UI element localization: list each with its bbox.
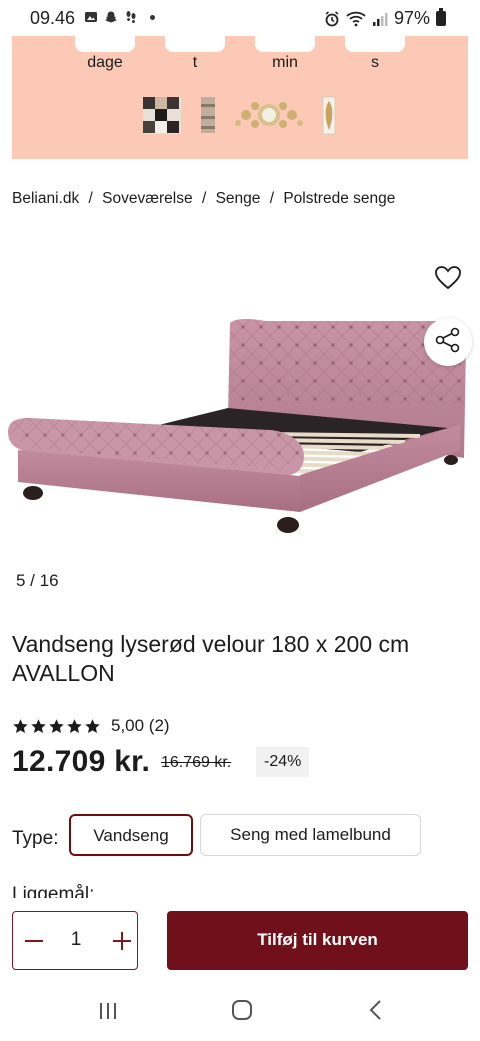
dot-icon — [150, 14, 155, 20]
breadcrumb: Beliani.dk / Soveværelse / Senge / Polst… — [12, 190, 395, 208]
share-button[interactable] — [424, 318, 472, 366]
wall-panel-thumbnail — [201, 97, 215, 133]
battery-percent: 97% — [393, 8, 430, 28]
promo-countdown-banner[interactable]: dage t min s — [12, 36, 468, 159]
countdown-days-box — [75, 36, 135, 52]
gallery-pager: 5 / 16 — [16, 571, 59, 590]
variant-option-vandseng[interactable]: Vandseng — [69, 814, 193, 856]
minus-icon[interactable] — [19, 926, 49, 956]
share-icon — [435, 327, 460, 353]
add-to-cart-button[interactable]: Tilføj til kurven — [167, 911, 468, 970]
alarm-icon — [325, 10, 339, 26]
countdown-seconds-label: s — [371, 54, 379, 71]
countdown-minutes-box — [255, 36, 315, 52]
star-icon — [85, 718, 100, 733]
checkered-tile-thumbnail — [143, 97, 181, 134]
battery-icon — [436, 8, 446, 26]
recents-icon[interactable] — [97, 1000, 119, 1022]
footsteps-icon — [126, 11, 136, 23]
countdown-hours-box — [165, 36, 225, 52]
system-icons: 97% — [324, 8, 446, 29]
current-price: 12.709 kr. — [12, 745, 151, 778]
countdown-hours-label: t — [192, 54, 198, 71]
old-price: 16.769 kr. — [161, 754, 232, 771]
type-label: Type: — [12, 828, 59, 849]
star-icon — [31, 718, 46, 733]
breadcrumb-item-upholstered-beds[interactable]: Polstrede senge — [283, 190, 395, 207]
rating-stars — [12, 718, 101, 735]
status-time: 09.46 — [30, 8, 76, 28]
quantity-value[interactable]: 1 — [57, 929, 95, 951]
signal-icon — [372, 12, 388, 26]
countdown-days-label: dage — [87, 54, 123, 71]
promo-thumbnails — [143, 96, 336, 135]
size-label: Liggemål: — [12, 884, 95, 898]
wifi-icon — [346, 11, 366, 26]
star-icon — [49, 718, 64, 733]
product-image[interactable] — [0, 300, 480, 550]
breadcrumb-item-bedroom[interactable]: Soveværelse — [102, 190, 192, 207]
image-icon — [85, 12, 97, 22]
back-icon[interactable] — [368, 999, 384, 1021]
rating[interactable]: 5,00 (2) — [12, 716, 170, 736]
star-icon — [13, 718, 28, 733]
feather-art-thumbnail — [322, 96, 336, 135]
breadcrumb-separator: / — [269, 190, 275, 207]
breadcrumb-separator: / — [88, 190, 93, 207]
system-nav-bar — [0, 985, 480, 1041]
status-bar: 09.46 97% — [0, 0, 480, 36]
quantity-stepper: 1 — [12, 911, 138, 970]
variant-option-seng-med-lamelbund[interactable]: Seng med lamelbund — [200, 814, 421, 856]
countdown-seconds-box — [345, 36, 405, 52]
snapchat-icon — [105, 11, 117, 23]
home-icon[interactable] — [231, 999, 253, 1021]
star-icon — [67, 718, 82, 733]
breadcrumb-item-home[interactable]: Beliani.dk — [12, 190, 79, 207]
rating-text: 5,00 (2) — [111, 716, 170, 735]
product-title: Vandseng lyserød velour 180 x 200 cm AVA… — [12, 631, 410, 686]
plus-icon[interactable] — [107, 926, 137, 956]
gold-mirror-thumbnail — [235, 102, 303, 128]
breadcrumb-separator: / — [201, 190, 207, 207]
heart-icon[interactable] — [434, 264, 462, 292]
breadcrumb-item-beds[interactable]: Senge — [216, 190, 261, 207]
discount-badge: -24% — [256, 747, 310, 777]
notification-icons — [84, 10, 155, 24]
countdown-minutes-label: min — [272, 54, 298, 71]
